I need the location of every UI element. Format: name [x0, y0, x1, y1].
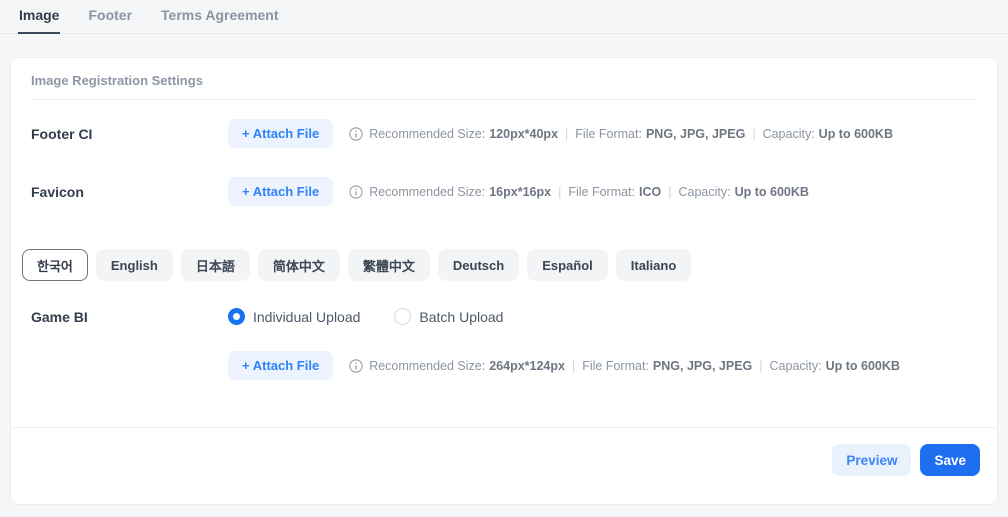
- game-bi-attach-row: + Attach File Recommended Size: 264px*12…: [31, 351, 977, 380]
- recommended-size-label: Recommended Size:: [369, 127, 485, 141]
- capacity-label: Capacity:: [770, 359, 822, 373]
- game-bi-attach-file-button[interactable]: + Attach File: [228, 351, 333, 380]
- language-tabs: 한국어 English 日本語 简体中文 繁體中文 Deutsch Españo…: [22, 249, 977, 281]
- section-heading: Image Registration Settings: [31, 73, 977, 100]
- lang-tab-english[interactable]: English: [96, 249, 173, 281]
- radio-individual-upload[interactable]: Individual Upload: [228, 308, 360, 325]
- footer-ci-row: Footer CI + Attach File Recommended Size…: [31, 119, 977, 148]
- separator: |: [668, 185, 671, 199]
- image-registration-settings-panel: Image Registration Settings Footer CI + …: [10, 57, 998, 505]
- preview-button[interactable]: Preview: [832, 444, 911, 476]
- radio-batch-upload[interactable]: Batch Upload: [394, 308, 503, 325]
- action-bar: Preview Save: [11, 427, 997, 504]
- radio-batch-upload-label: Batch Upload: [419, 309, 503, 325]
- recommended-size-label: Recommended Size:: [369, 359, 485, 373]
- game-bi-label: Game BI: [31, 309, 228, 325]
- capacity-value: Up to 600KB: [826, 359, 900, 373]
- favicon-label: Favicon: [31, 184, 228, 200]
- favicon-file-requirements: Recommended Size: 16px*16px | File Forma…: [349, 185, 809, 199]
- lang-tab-german[interactable]: Deutsch: [438, 249, 519, 281]
- radio-individual-upload-label: Individual Upload: [253, 309, 360, 325]
- info-icon: [349, 127, 363, 141]
- separator: |: [558, 185, 561, 199]
- lang-tab-traditional-chinese[interactable]: 繁體中文: [348, 249, 430, 281]
- file-format-label: File Format:: [568, 185, 635, 199]
- separator: |: [565, 127, 568, 141]
- recommended-size-value: 264px*124px: [489, 359, 565, 373]
- file-format-label: File Format:: [575, 127, 642, 141]
- info-icon: [349, 359, 363, 373]
- radio-selected-icon: [228, 308, 245, 325]
- recommended-size-value: 120px*40px: [489, 127, 558, 141]
- upload-mode-radio-group: Individual Upload Batch Upload: [228, 308, 503, 325]
- lang-tab-simplified-chinese[interactable]: 简体中文: [258, 249, 340, 281]
- info-icon: [349, 185, 363, 199]
- footer-ci-attach-file-button[interactable]: + Attach File: [228, 119, 333, 148]
- favicon-row: Favicon + Attach File Recommended Size: …: [31, 177, 977, 206]
- footer-ci-label: Footer CI: [31, 126, 228, 142]
- recommended-size-value: 16px*16px: [489, 185, 551, 199]
- separator: |: [572, 359, 575, 373]
- save-button[interactable]: Save: [920, 444, 980, 476]
- capacity-value: Up to 600KB: [819, 127, 893, 141]
- lang-tab-spanish[interactable]: Español: [527, 249, 608, 281]
- separator: |: [759, 359, 762, 373]
- file-format-label: File Format:: [582, 359, 649, 373]
- tab-image[interactable]: Image: [18, 7, 60, 34]
- tab-terms-agreement[interactable]: Terms Agreement: [160, 7, 279, 34]
- game-bi-row: Game BI Individual Upload Batch Upload: [31, 308, 977, 325]
- capacity-value: Up to 600KB: [735, 185, 809, 199]
- file-format-value: PNG, JPG, JPEG: [653, 359, 752, 373]
- file-format-value: ICO: [639, 185, 661, 199]
- capacity-label: Capacity:: [679, 185, 731, 199]
- top-tab-bar: Image Footer Terms Agreement: [0, 0, 1008, 34]
- lang-tab-italian[interactable]: Italiano: [616, 249, 692, 281]
- tab-footer[interactable]: Footer: [87, 7, 133, 34]
- radio-unselected-icon: [394, 308, 411, 325]
- separator: |: [752, 127, 755, 141]
- footer-ci-file-requirements: Recommended Size: 120px*40px | File Form…: [349, 127, 893, 141]
- favicon-attach-file-button[interactable]: + Attach File: [228, 177, 333, 206]
- lang-tab-japanese[interactable]: 日本語: [181, 249, 250, 281]
- recommended-size-label: Recommended Size:: [369, 185, 485, 199]
- file-format-value: PNG, JPG, JPEG: [646, 127, 745, 141]
- capacity-label: Capacity:: [763, 127, 815, 141]
- game-bi-file-requirements: Recommended Size: 264px*124px | File For…: [349, 359, 900, 373]
- lang-tab-korean[interactable]: 한국어: [22, 249, 88, 281]
